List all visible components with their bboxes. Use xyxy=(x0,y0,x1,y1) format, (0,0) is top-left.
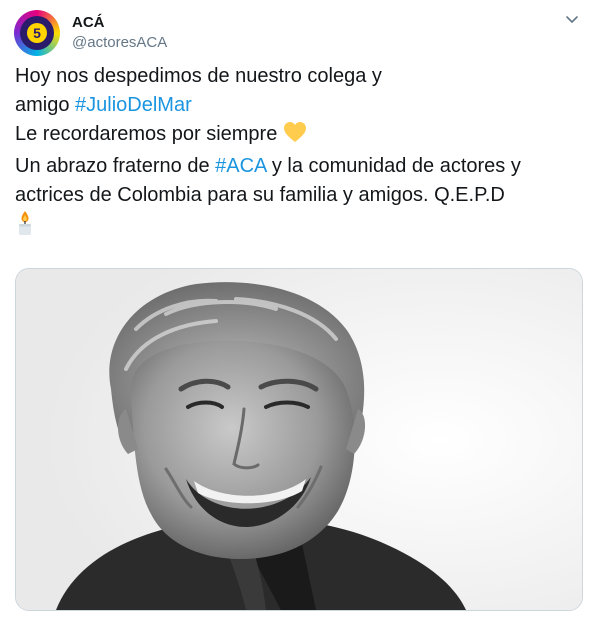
candle-icon xyxy=(15,210,35,245)
tweet-line-2: amigo #JulioDelMar xyxy=(15,91,580,120)
tweet-line-1: Hoy nos despedimos de nuestro colega y xyxy=(15,65,382,87)
tweet-line-3-text: Le recordaremos por siempre xyxy=(15,123,278,145)
tweet-text: Hoy nos despedimos de nuestro colega y a… xyxy=(15,62,580,245)
yellow-heart-icon xyxy=(283,121,307,152)
tweet-header: 5 ACÁ @actoresACA xyxy=(14,8,167,58)
hashtag-juliodelmar[interactable]: #JulioDelMar xyxy=(75,94,192,116)
tweet-line-2-prefix: amigo xyxy=(15,94,76,116)
tweet-card: 5 ACÁ @actoresACA Hoy nos despedimos de … xyxy=(0,0,593,636)
avatar-inner: 5 xyxy=(20,16,54,50)
tweet-line-4-prefix: Un abrazo fraterno de xyxy=(15,155,216,177)
tweet-line-4: Un abrazo fraterno de #ACA y la comunida… xyxy=(15,152,580,181)
account-names: ACÁ @actoresACA xyxy=(72,13,167,53)
tweet-line-4-suffix: y la comunidad de actores y xyxy=(266,155,521,177)
tweet-line-5: actrices de Colombia para su familia y a… xyxy=(15,184,505,206)
avatar[interactable]: 5 xyxy=(14,10,60,56)
portrait-photo xyxy=(16,269,582,610)
tweet-line-3: Le recordaremos por siempre xyxy=(15,120,580,152)
tweet-media-photo[interactable] xyxy=(15,268,583,611)
hashtag-aca[interactable]: #ACA xyxy=(215,155,266,177)
display-name[interactable]: ACÁ xyxy=(72,13,167,33)
avatar-badge: 5 xyxy=(27,23,47,43)
chevron-down-icon[interactable] xyxy=(563,10,581,28)
account-handle[interactable]: @actoresACA xyxy=(72,33,167,53)
tweet-line-6 xyxy=(15,210,580,245)
